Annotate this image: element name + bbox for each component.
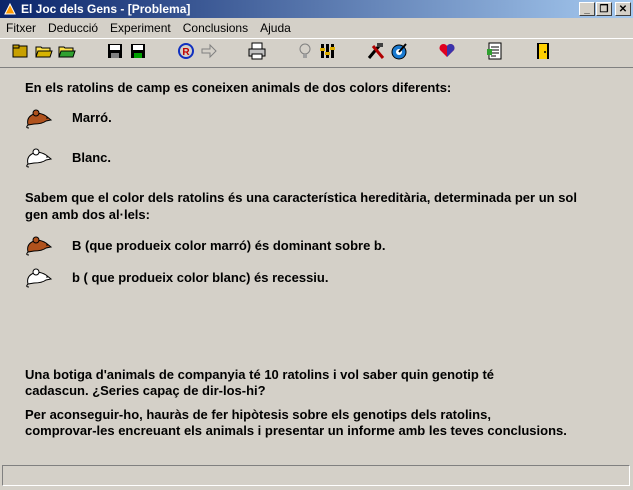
restore-button[interactable]: ❐ xyxy=(596,2,612,16)
lightbulb-button[interactable] xyxy=(293,42,316,64)
open-folder-icon xyxy=(57,42,76,65)
white-mouse-icon xyxy=(24,266,54,288)
shop-line-1: Una botiga d'animals de companyia té 10 … xyxy=(25,367,495,382)
tools-icon xyxy=(367,42,385,65)
minimize-button[interactable]: _ xyxy=(579,2,595,16)
heart-icon xyxy=(438,42,456,65)
close-button[interactable]: ✕ xyxy=(615,2,631,16)
save-as-icon xyxy=(129,42,147,65)
target-icon xyxy=(390,42,408,65)
save-as-button[interactable] xyxy=(126,42,149,64)
menu-deduccio[interactable]: Deducció xyxy=(42,21,104,35)
menu-bar: Fitxer Deducció Experiment Conclusions A… xyxy=(0,18,633,37)
intro-text: En els ratolins de camp es coneixen anim… xyxy=(25,80,452,95)
settings-icon xyxy=(319,42,337,65)
report-icon xyxy=(486,42,504,65)
heart-button[interactable] xyxy=(435,42,458,64)
refresh-button[interactable]: R xyxy=(174,42,197,64)
settings-button[interactable] xyxy=(316,42,339,64)
new-button[interactable] xyxy=(8,42,31,64)
forward-button[interactable] xyxy=(197,42,220,64)
open-button[interactable] xyxy=(32,42,55,64)
save-button[interactable] xyxy=(103,42,126,64)
open-folder-button[interactable] xyxy=(55,42,78,64)
report-button[interactable] xyxy=(483,42,506,64)
brown-mouse-icon xyxy=(24,234,54,256)
refresh-icon: R xyxy=(177,42,195,65)
status-panel xyxy=(2,465,630,486)
exit-button[interactable] xyxy=(531,42,554,64)
menu-fitxer[interactable]: Fitxer xyxy=(0,21,42,35)
task-line-2: comprovar-les encreuant els animals i pr… xyxy=(25,423,567,438)
exit-door-icon xyxy=(534,42,552,65)
brown-mouse-icon xyxy=(24,107,54,129)
lightbulb-icon xyxy=(296,42,314,65)
window-title: El Joc dels Gens - [Problema] xyxy=(21,2,191,16)
print-icon xyxy=(248,42,266,65)
menu-conclusions[interactable]: Conclusions xyxy=(177,21,254,35)
forward-arrow-icon xyxy=(200,42,218,65)
brown-label: Marró. xyxy=(72,110,112,125)
title-bar: El Joc dels Gens - [Problema] _ ❐ ✕ xyxy=(0,0,633,18)
print-button[interactable] xyxy=(245,42,268,64)
app-icon xyxy=(3,2,17,16)
menu-experiment[interactable]: Experiment xyxy=(104,21,177,35)
save-icon xyxy=(106,42,124,65)
shop-line-2: cadascun. ¿Series capaç de dir-los-hi? xyxy=(25,383,266,398)
new-icon xyxy=(11,42,29,65)
menu-ajuda[interactable]: Ajuda xyxy=(254,21,297,35)
allele-recessive-text: b ( que produeix color blanc) és recessi… xyxy=(72,270,329,285)
allele-dominant-text: B (que produeix color marró) és dominant… xyxy=(72,238,386,253)
toolbar: R xyxy=(0,38,633,68)
heredity-line-2: gen amb dos al·lels: xyxy=(25,207,150,222)
task-line-1: Per aconseguir-ho, hauràs de fer hipòtes… xyxy=(25,407,491,422)
open-icon xyxy=(34,42,53,65)
svg-text:R: R xyxy=(182,47,190,58)
target-button[interactable] xyxy=(387,42,410,64)
status-bar xyxy=(0,462,633,490)
problem-panel: En els ratolins de camp es coneixen anim… xyxy=(0,70,633,462)
tools-button[interactable] xyxy=(364,42,387,64)
heredity-line-1: Sabem que el color dels ratolins és una … xyxy=(25,190,577,205)
white-label: Blanc. xyxy=(72,150,112,165)
white-mouse-icon xyxy=(24,146,54,168)
